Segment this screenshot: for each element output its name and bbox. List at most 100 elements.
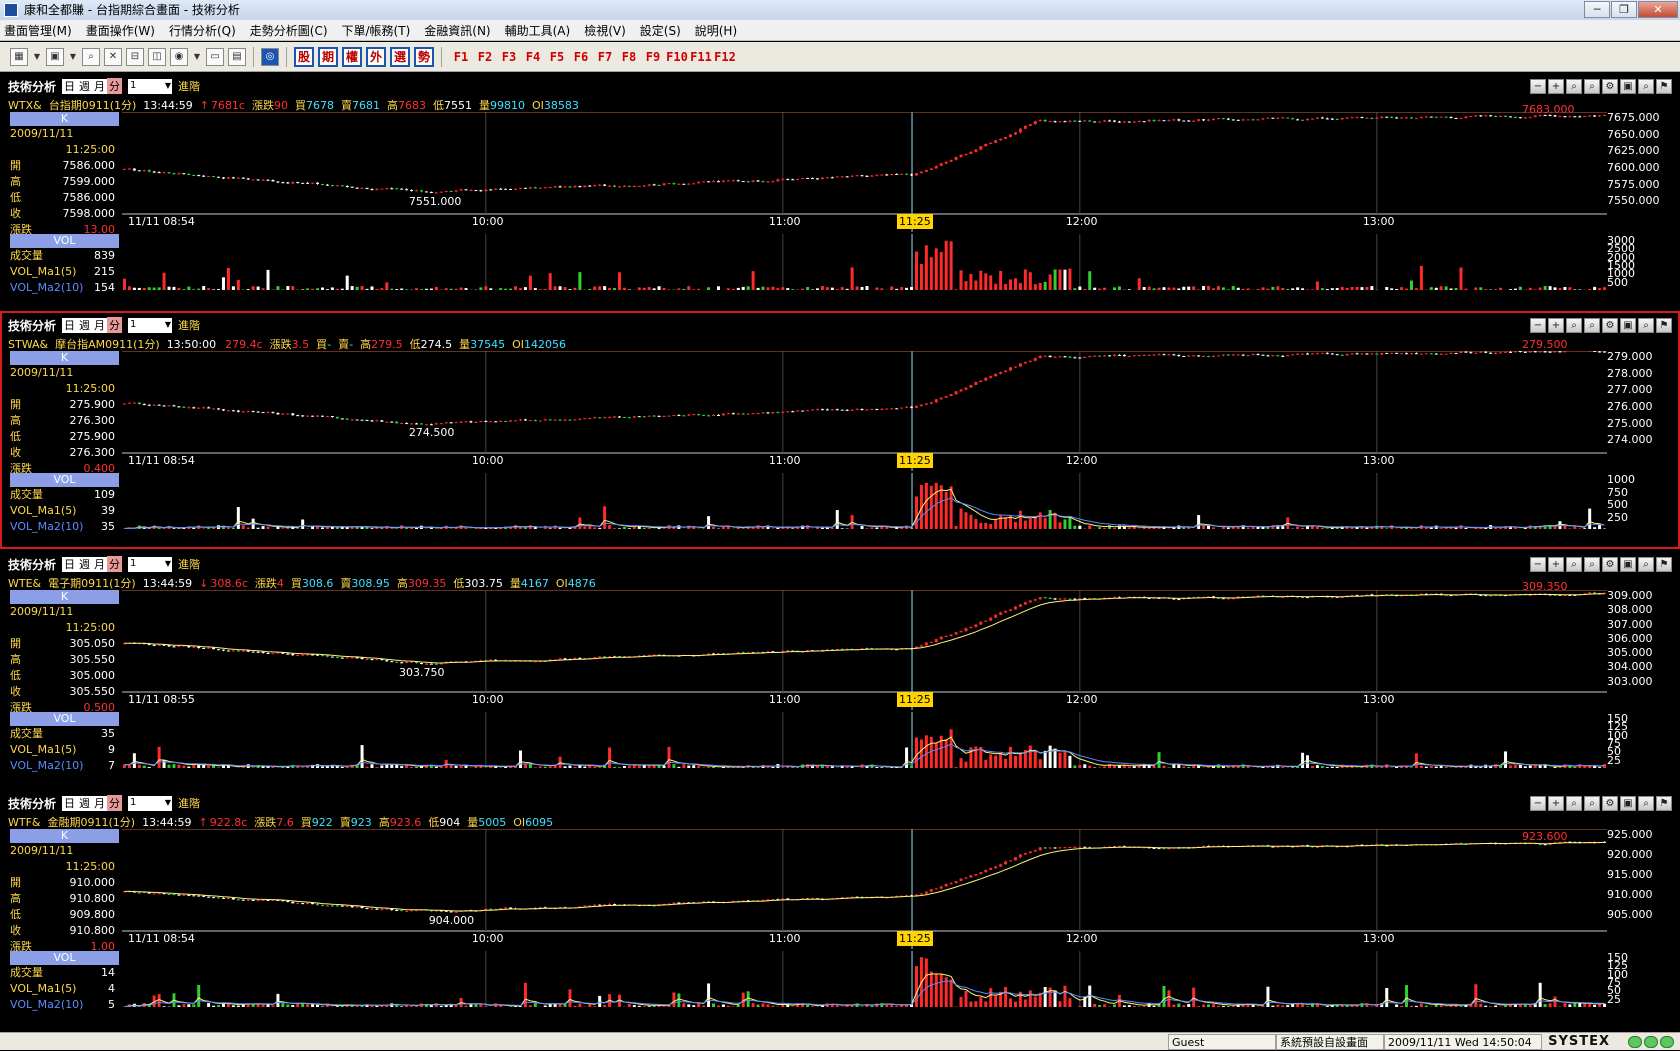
volume-chart[interactable]	[122, 473, 1607, 529]
function-key-button[interactable]: F4	[521, 50, 545, 64]
period-option[interactable]: 日	[62, 317, 77, 333]
period-option[interactable]: 週	[77, 317, 92, 333]
period-option[interactable]: 日	[62, 795, 77, 811]
search-icon[interactable]: ⌕	[1566, 557, 1582, 572]
price-chart[interactable]	[122, 351, 1607, 471]
split-icon[interactable]: ◫	[148, 48, 166, 66]
save-icon[interactable]: ▣	[1620, 79, 1636, 94]
period-option[interactable]: 月	[92, 78, 107, 94]
period-option[interactable]: 分	[107, 317, 122, 333]
interval-select[interactable]: 1▼	[128, 796, 172, 811]
settings-icon[interactable]: ⚙	[1602, 79, 1618, 94]
layout-icon[interactable]: ▦	[10, 48, 28, 66]
settings-icon[interactable]: ⚙	[1602, 796, 1618, 811]
period-option[interactable]: 分	[107, 556, 122, 572]
period-option[interactable]: 分	[107, 795, 122, 811]
zoom-out-icon[interactable]: −	[1530, 318, 1546, 333]
chart-panel-stwa[interactable]: 技術分析日週月分1▼進階−+⌕⌕⚙▣⌕⚑STWA&摩台指AM0911(1分)13…	[0, 311, 1680, 549]
search-plus-icon[interactable]: ⌕	[1584, 796, 1600, 811]
menu-item[interactable]: 行情分析(Q)	[169, 22, 236, 39]
function-key-button[interactable]: F1	[449, 50, 473, 64]
save-layout-icon[interactable]: ▣	[46, 48, 64, 66]
systex-logo-icon[interactable]: ◎	[261, 48, 279, 66]
monitor-icon[interactable]: ▭	[206, 48, 224, 66]
pin-icon[interactable]: ⚑	[1656, 796, 1672, 811]
search-plus-icon[interactable]: ⌕	[1584, 79, 1600, 94]
magnify-icon[interactable]: ⌕	[1638, 557, 1654, 572]
tile-icon[interactable]: ⊟	[126, 48, 144, 66]
function-key-button[interactable]: F11	[689, 50, 713, 64]
search-icon[interactable]: ⌕	[1566, 318, 1582, 333]
settings-icon[interactable]: ⚙	[1602, 557, 1618, 572]
chart-panel-wte[interactable]: 技術分析日週月分1▼進階−+⌕⌕⚙▣⌕⚑WTE&電子期0911(1分)13:44…	[0, 550, 1680, 788]
menu-item[interactable]: 設定(S)	[640, 22, 681, 39]
search-plus-icon[interactable]: ⌕	[1584, 557, 1600, 572]
menu-item[interactable]: 輔助工具(A)	[505, 22, 571, 39]
function-key-button[interactable]: F12	[713, 50, 737, 64]
search-icon[interactable]: ⌕	[1566, 79, 1582, 94]
magnify-icon[interactable]: ⌕	[1638, 796, 1654, 811]
magnify-icon[interactable]: ⌕	[1638, 318, 1654, 333]
volume-chart[interactable]	[122, 712, 1607, 768]
search-plus-icon[interactable]: ⌕	[1584, 318, 1600, 333]
menu-item[interactable]: 檢視(V)	[584, 22, 626, 39]
interval-select[interactable]: 1▼	[128, 79, 172, 94]
period-option[interactable]: 日	[62, 78, 77, 94]
category-button[interactable]: 外	[366, 47, 386, 67]
search-icon[interactable]: ⌕	[82, 48, 100, 66]
magnify-icon[interactable]: ⌕	[1638, 79, 1654, 94]
function-key-button[interactable]: F10	[665, 50, 689, 64]
menu-item[interactable]: 說明(H)	[695, 22, 737, 39]
function-key-button[interactable]: F6	[569, 50, 593, 64]
maximize-button[interactable]: ❐	[1611, 1, 1637, 18]
category-button[interactable]: 股	[294, 47, 314, 67]
category-button[interactable]: 選	[390, 47, 410, 67]
category-button[interactable]: 權	[342, 47, 362, 67]
zoom-in-icon[interactable]: +	[1548, 79, 1564, 94]
zoom-in-icon[interactable]: +	[1548, 318, 1564, 333]
advanced-link[interactable]: 進階	[178, 78, 200, 94]
function-key-button[interactable]: F2	[473, 50, 497, 64]
period-option[interactable]: 日	[62, 556, 77, 572]
volume-chart[interactable]	[122, 234, 1607, 290]
function-key-button[interactable]: F8	[617, 50, 641, 64]
period-option[interactable]: 分	[107, 78, 122, 94]
category-button[interactable]: 勢	[414, 47, 434, 67]
chevron-down-icon[interactable]: ▼	[192, 48, 202, 66]
function-key-button[interactable]: F9	[641, 50, 665, 64]
advanced-link[interactable]: 進階	[178, 556, 200, 572]
function-key-button[interactable]: F3	[497, 50, 521, 64]
chevron-down-icon[interactable]: ▼	[68, 48, 78, 66]
save-icon[interactable]: ▣	[1620, 557, 1636, 572]
zoom-in-icon[interactable]: +	[1548, 557, 1564, 572]
alert-icon[interactable]: ◉	[170, 48, 188, 66]
advanced-link[interactable]: 進階	[178, 317, 200, 333]
search-icon[interactable]: ⌕	[1566, 796, 1582, 811]
pin-icon[interactable]: ⚑	[1656, 557, 1672, 572]
interval-select[interactable]: 1▼	[128, 557, 172, 572]
function-key-button[interactable]: F5	[545, 50, 569, 64]
close-button[interactable]: ✕	[1638, 1, 1678, 18]
save-icon[interactable]: ▣	[1620, 796, 1636, 811]
chart-panel-wtx[interactable]: 技術分析日週月分1▼進階−+⌕⌕⚙▣⌕⚑WTX&台指期0911(1分)13:44…	[0, 72, 1680, 310]
chevron-down-icon[interactable]: ▼	[32, 48, 42, 66]
price-chart[interactable]	[122, 590, 1607, 710]
advanced-link[interactable]: 進階	[178, 795, 200, 811]
window-icon[interactable]: ▤	[228, 48, 246, 66]
zoom-out-icon[interactable]: −	[1530, 79, 1546, 94]
menu-item[interactable]: 下單/帳務(T)	[342, 22, 411, 39]
price-chart[interactable]	[122, 112, 1607, 232]
settings-icon[interactable]: ⚙	[1602, 318, 1618, 333]
save-icon[interactable]: ▣	[1620, 318, 1636, 333]
pin-icon[interactable]: ⚑	[1656, 318, 1672, 333]
zoom-in-icon[interactable]: +	[1548, 796, 1564, 811]
period-option[interactable]: 週	[77, 556, 92, 572]
menu-item[interactable]: 走勢分析圖(C)	[250, 22, 328, 39]
period-option[interactable]: 月	[92, 556, 107, 572]
price-chart[interactable]	[122, 829, 1607, 949]
close-window-icon[interactable]: ✕	[104, 48, 122, 66]
menu-item[interactable]: 金融資訊(N)	[424, 22, 490, 39]
menu-item[interactable]: 畫面管理(M)	[4, 22, 72, 39]
interval-select[interactable]: 1▼	[128, 318, 172, 333]
period-option[interactable]: 週	[77, 78, 92, 94]
